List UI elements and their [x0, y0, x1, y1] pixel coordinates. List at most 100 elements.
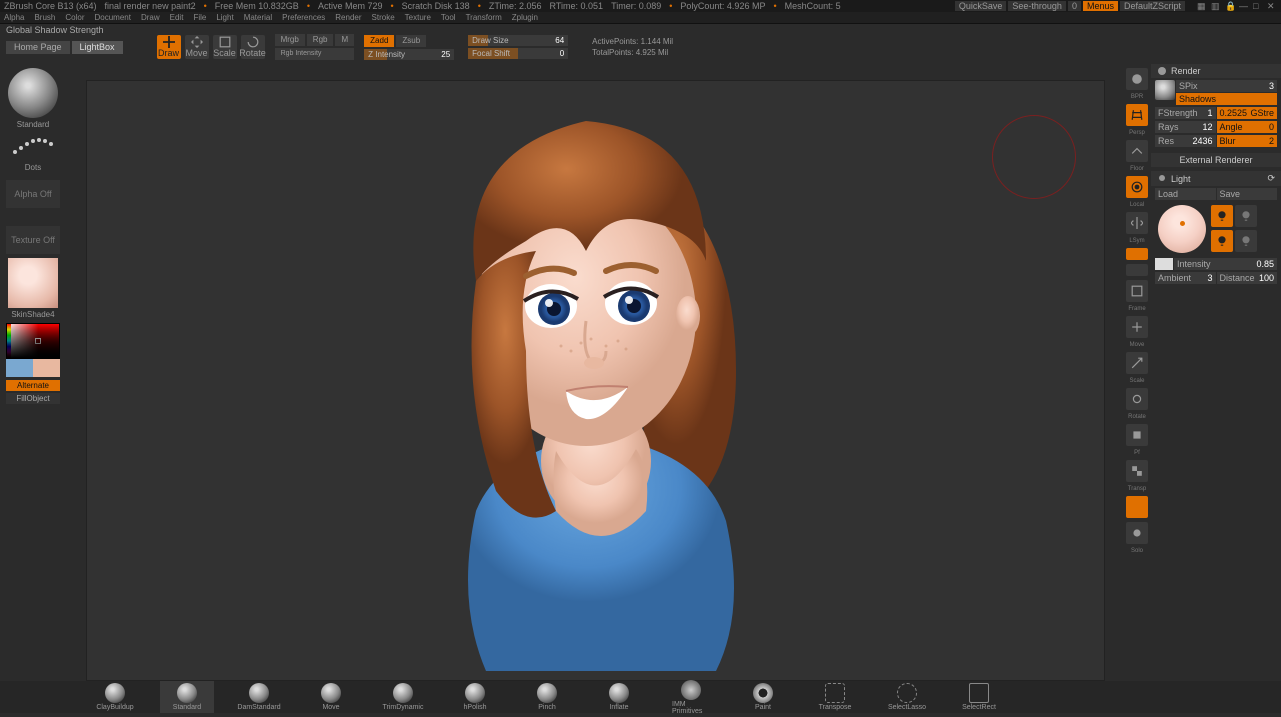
mrgb-button[interactable]: Mrgb: [275, 34, 305, 46]
menu-draw[interactable]: Draw: [141, 13, 160, 22]
light1-toggle[interactable]: [1211, 205, 1233, 227]
menu-brush[interactable]: Brush: [34, 13, 55, 22]
shadows-toggle[interactable]: Shadows: [1176, 93, 1277, 105]
focalshift-slider[interactable]: Focal Shift0: [468, 48, 568, 59]
menu-zplugin[interactable]: Zplugin: [512, 13, 538, 22]
grid-icon[interactable]: ▦: [1197, 1, 1207, 11]
menu-material[interactable]: Material: [244, 13, 272, 22]
menu-edit[interactable]: Edit: [170, 13, 184, 22]
drawsize-slider[interactable]: Draw Size64: [468, 35, 568, 46]
menu-alpha[interactable]: Alpha: [4, 13, 24, 22]
light-sphere[interactable]: [1158, 205, 1206, 253]
scale-button[interactable]: Scale: [213, 35, 237, 59]
maximize-icon[interactable]: □: [1253, 1, 1263, 11]
brush-inflate[interactable]: Inflate: [592, 681, 646, 713]
nav-rotate-button[interactable]: [1126, 388, 1148, 410]
color-picker[interactable]: [6, 323, 60, 377]
persp-button[interactable]: [1126, 104, 1148, 126]
default-script[interactable]: DefaultZScript: [1120, 1, 1185, 11]
draw-button[interactable]: Draw: [157, 35, 181, 59]
rays-slider[interactable]: Rays12: [1155, 121, 1216, 133]
light4-toggle[interactable]: [1235, 230, 1257, 252]
tab-home[interactable]: Home Page: [6, 41, 70, 54]
brush-thumbnail[interactable]: [8, 68, 58, 118]
light2-toggle[interactable]: [1235, 205, 1257, 227]
light-intensity[interactable]: Intensity0.85: [1174, 258, 1277, 270]
secondary-color-swatch[interactable]: [6, 359, 33, 377]
zadd-button[interactable]: Zadd: [364, 35, 394, 47]
main-color-swatch[interactable]: [33, 359, 60, 377]
menu-file[interactable]: File: [193, 13, 206, 22]
viewport[interactable]: [86, 80, 1105, 681]
nav-scale-button[interactable]: [1126, 352, 1148, 374]
rotate-button[interactable]: Rotate: [241, 35, 265, 59]
floor-button[interactable]: [1126, 140, 1148, 162]
zsub-button[interactable]: Zsub: [396, 35, 426, 47]
brush-damstandard[interactable]: DamStandard: [232, 681, 286, 713]
minimize-icon[interactable]: —: [1239, 1, 1249, 11]
brush-paint[interactable]: Paint: [736, 681, 790, 713]
brush-imm[interactable]: IMM Primitives: [664, 678, 718, 717]
brush-transpose[interactable]: Transpose: [808, 681, 862, 713]
menu-color[interactable]: Color: [65, 13, 84, 22]
solo-button[interactable]: [1126, 522, 1148, 544]
local-button[interactable]: [1126, 176, 1148, 198]
alpha-slot[interactable]: Alpha Off: [6, 180, 60, 208]
menu-render[interactable]: Render: [335, 13, 361, 22]
res-slider[interactable]: Res2436: [1155, 135, 1216, 147]
stroke-thumbnail[interactable]: [8, 131, 58, 161]
zintensity-slider[interactable]: Z Intensity25: [364, 49, 454, 60]
menu-document[interactable]: Document: [95, 13, 131, 22]
distance-slider[interactable]: Distance100: [1217, 272, 1278, 284]
alternate-button[interactable]: Alternate: [6, 380, 60, 391]
ext-renderer-header[interactable]: External Renderer: [1151, 153, 1281, 167]
brush-move[interactable]: Move: [304, 681, 358, 713]
brush-standard[interactable]: Standard: [160, 681, 214, 713]
panels-icon[interactable]: ▥: [1211, 1, 1221, 11]
gstrength-slider[interactable]: 0.2525GStre: [1217, 107, 1278, 119]
blur-slider[interactable]: Blur2: [1217, 135, 1278, 147]
tab-lightbox[interactable]: LightBox: [72, 41, 123, 54]
rgb-button[interactable]: Rgb: [307, 34, 334, 46]
close-icon[interactable]: ✕: [1267, 1, 1277, 11]
grid-button[interactable]: [1126, 248, 1148, 260]
light-load[interactable]: Load: [1155, 188, 1216, 200]
brush-claybuildup[interactable]: ClayBuildup: [88, 681, 142, 713]
menu-stroke[interactable]: Stroke: [372, 13, 395, 22]
frame-button[interactable]: [1126, 280, 1148, 302]
menu-preferences[interactable]: Preferences: [282, 13, 325, 22]
bpr-button[interactable]: [1126, 68, 1148, 90]
lock-icon[interactable]: 🔒: [1225, 1, 1235, 11]
fillobject-button[interactable]: FillObject: [6, 393, 60, 404]
brush-pinch[interactable]: Pinch: [520, 681, 574, 713]
material-thumbnail[interactable]: [8, 258, 58, 308]
menu-light[interactable]: Light: [216, 13, 233, 22]
seethrough-value[interactable]: 0: [1068, 1, 1081, 11]
light-save[interactable]: Save: [1217, 188, 1278, 200]
menu-transform[interactable]: Transform: [466, 13, 502, 22]
light-color-swatch[interactable]: [1155, 258, 1173, 270]
brush-selectrect[interactable]: SelectRect: [952, 681, 1006, 713]
move-button[interactable]: Move: [185, 35, 209, 59]
ghost-button[interactable]: [1126, 496, 1148, 518]
menus-button[interactable]: Menus: [1083, 1, 1118, 11]
rgb-intensity[interactable]: Rgb Intensity: [275, 48, 355, 60]
m-button[interactable]: M: [335, 34, 354, 46]
nav-move-button[interactable]: [1126, 316, 1148, 338]
q-button[interactable]: [1126, 264, 1148, 276]
brush-trimdynamic[interactable]: TrimDynamic: [376, 681, 430, 713]
lsym-button[interactable]: [1126, 212, 1148, 234]
menu-texture[interactable]: Texture: [405, 13, 431, 22]
angle-slider[interactable]: Angle0: [1217, 121, 1278, 133]
render-panel-header[interactable]: Render: [1151, 64, 1281, 78]
pf-button[interactable]: [1126, 424, 1148, 446]
transp-button[interactable]: [1126, 460, 1148, 482]
brush-selectlasso[interactable]: SelectLasso: [880, 681, 934, 713]
light-panel-header[interactable]: Light⟳: [1151, 171, 1281, 186]
brush-hpolish[interactable]: hPolish: [448, 681, 502, 713]
ambient-slider[interactable]: Ambient3: [1155, 272, 1216, 284]
quicksave-button[interactable]: QuickSave: [955, 1, 1007, 11]
light3-toggle[interactable]: [1211, 230, 1233, 252]
fstrength-slider[interactable]: FStrength1: [1155, 107, 1216, 119]
menu-tool[interactable]: Tool: [441, 13, 456, 22]
